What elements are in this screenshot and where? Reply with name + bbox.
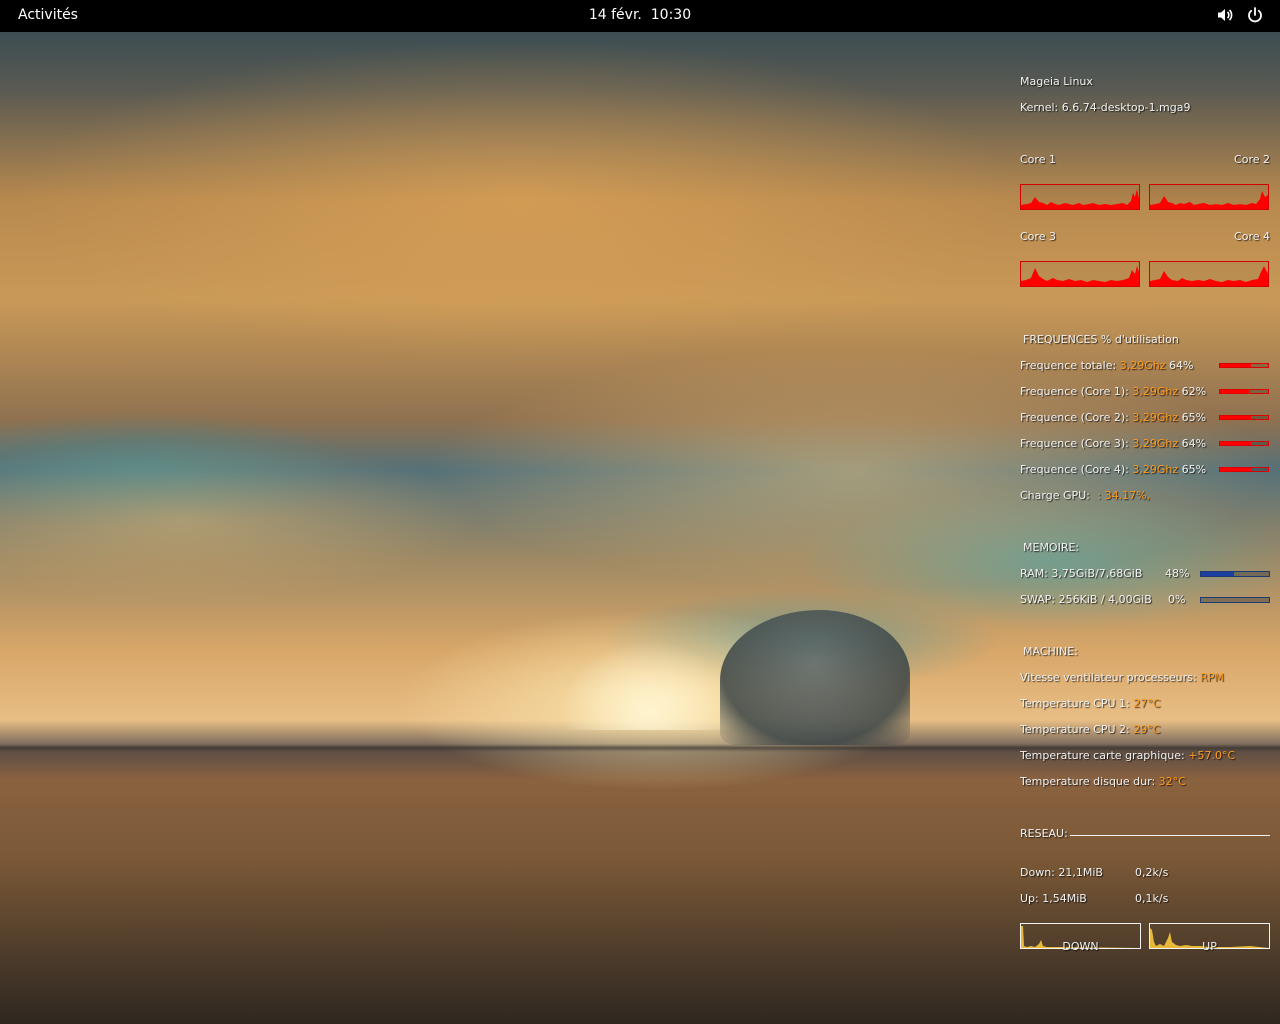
frequency-bar [1219, 441, 1269, 446]
swap-percent: 0% [1168, 593, 1186, 606]
ram-bar-fill [1201, 572, 1234, 576]
sensor-value: RPM [1200, 671, 1224, 684]
power-icon[interactable] [1246, 6, 1264, 24]
gpu-load-label: Charge GPU: [1020, 489, 1090, 502]
frequencies-header: FREQUENCES % d'utilisation [1023, 333, 1179, 346]
sensor-row: Temperature carte graphique: +57.0°C [1020, 749, 1235, 762]
activities-button[interactable]: Activités [18, 7, 78, 23]
sensor-row: Temperature disque dur: 32°C [1020, 775, 1186, 788]
frequency-label: Frequence (Core 4): [1020, 463, 1129, 476]
frequency-bar-fill [1220, 364, 1251, 367]
sensor-value: 29°C [1133, 723, 1161, 736]
sensor-value: +57.0°C [1188, 749, 1236, 762]
core4-graph-area [1150, 266, 1268, 286]
frequency-row: Frequence (Core 3): 3,29Ghz 64% [1020, 437, 1206, 450]
core2-graph-area [1150, 191, 1268, 209]
network-divider [1070, 835, 1270, 836]
frequency-bar-fill [1220, 468, 1252, 471]
frequency-value: 3,29Ghz [1132, 385, 1179, 398]
download-total: Down: 21,1MiB [1020, 866, 1103, 879]
frequency-row: Frequence (Core 4): 3,29Ghz 65% [1020, 463, 1206, 476]
ram-label: RAM: 3,75GiB/7,68GiB [1020, 567, 1143, 580]
frequency-bar [1219, 363, 1269, 368]
core4-label: Core 4 [1234, 230, 1270, 243]
sensor-row: Temperature CPU 2: 29°C [1020, 723, 1160, 736]
frequency-row: Frequence (Core 1): 3,29Ghz 62% [1020, 385, 1206, 398]
core2-label: Core 2 [1234, 153, 1270, 166]
sensor-label: Temperature disque dur: [1020, 775, 1156, 788]
frequency-bar-fill [1220, 442, 1251, 445]
download-rate: 0,2k/s [1135, 866, 1169, 879]
swap-label: SWAP: 256KiB / 4,00GiB [1020, 593, 1152, 606]
storm-cloud [720, 610, 910, 745]
core4-graph [1149, 261, 1269, 287]
network-header: RESEAU: [1020, 827, 1068, 840]
frequency-value: 3,29Ghz [1132, 437, 1179, 450]
upload-rate: 0,1k/s [1135, 892, 1169, 905]
frequency-bar [1219, 415, 1269, 420]
swap-bar [1200, 597, 1270, 603]
machine-header: MACHINE: [1023, 645, 1078, 658]
memory-header: MEMOIRE: [1023, 541, 1080, 554]
gpu-load: Charge GPU: : 34.17%, [1020, 489, 1150, 502]
core1-label: Core 1 [1020, 153, 1056, 166]
frequency-label: Frequence (Core 3): [1020, 437, 1129, 450]
sensor-label: Temperature CPU 1: [1020, 697, 1130, 710]
frequency-value: 3,29Ghz [1132, 463, 1179, 476]
frequency-value: 3,29Ghz [1119, 359, 1166, 372]
frequency-bar [1219, 467, 1269, 472]
frequency-percent: 65% [1181, 463, 1207, 476]
sensor-label: Vitesse ventilateur processeurs: [1020, 671, 1197, 684]
frequency-bar [1219, 389, 1269, 394]
core3-graph-area [1021, 266, 1139, 286]
gpu-load-value: : 34.17%, [1097, 489, 1151, 502]
upload-graph: UP [1149, 923, 1270, 953]
sensor-row: Vitesse ventilateur processeurs: RPM [1020, 671, 1224, 684]
frequency-bar-fill [1220, 390, 1250, 393]
core2-graph [1149, 184, 1269, 210]
frequency-percent: 65% [1181, 411, 1207, 424]
kernel-version: Kernel: 6.6.74-desktop-1.mga9 [1020, 101, 1191, 114]
frequency-label: Frequence (Core 1): [1020, 385, 1129, 398]
sensor-row: Temperature CPU 1: 27°C [1020, 697, 1160, 710]
frequency-percent: 64% [1168, 359, 1194, 372]
core3-label: Core 3 [1020, 230, 1056, 243]
ram-percent: 48% [1165, 567, 1190, 580]
volume-icon[interactable] [1216, 6, 1234, 24]
download-graph: DOWN [1020, 923, 1141, 953]
top-bar: Activités 14 févr. 10:30 [0, 0, 1280, 32]
sensor-label: Temperature CPU 2: [1020, 723, 1130, 736]
frequency-percent: 64% [1181, 437, 1207, 450]
upload-graph-label: UP [1202, 940, 1217, 953]
sun-glow [560, 640, 740, 730]
sensor-value: 27°C [1133, 697, 1161, 710]
clock-container: 14 févr. 10:30 [0, 7, 1280, 23]
date-time-button[interactable]: 14 févr. 10:30 [589, 7, 691, 23]
frequency-row: Frequence totale: 3,29Ghz 64% [1020, 359, 1193, 372]
core3-graph [1020, 261, 1140, 287]
sensor-label: Temperature carte graphique: [1020, 749, 1185, 762]
frequency-label: Frequence totale: [1020, 359, 1117, 372]
frequency-percent: 62% [1181, 385, 1207, 398]
sensor-value: 32°C [1158, 775, 1186, 788]
download-graph-label: DOWN [1062, 940, 1099, 953]
core1-graph [1020, 184, 1140, 210]
distro-name: Mageia Linux [1020, 75, 1093, 88]
frequency-row: Frequence (Core 2): 3,29Ghz 65% [1020, 411, 1206, 424]
core1-graph-area [1021, 189, 1139, 209]
frequency-value: 3,29Ghz [1132, 411, 1179, 424]
ram-bar [1200, 571, 1270, 577]
frequency-label: Frequence (Core 2): [1020, 411, 1129, 424]
frequency-bar-fill [1220, 416, 1252, 419]
upload-total: Up: 1,54MiB [1020, 892, 1087, 905]
system-tray[interactable] [1216, 6, 1264, 24]
